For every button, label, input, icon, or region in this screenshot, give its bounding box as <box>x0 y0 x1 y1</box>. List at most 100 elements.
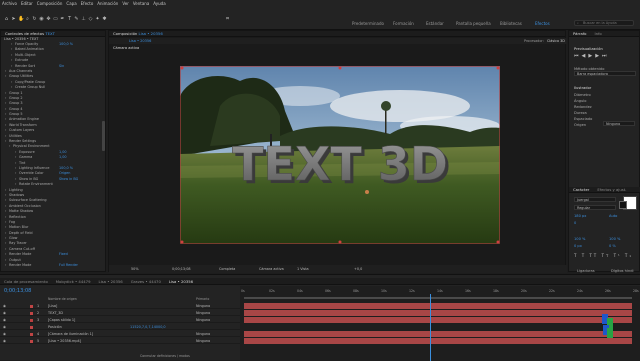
vertical-scale-value[interactable]: 100 % <box>574 237 585 241</box>
stroke-color-swatch[interactable] <box>619 201 627 209</box>
tab-graves[interactable]: Graves • 44470 <box>127 279 165 284</box>
layer-name[interactable]: [Capas sólido 1] <box>48 317 75 323</box>
font-dropdown[interactable]: Juergal <box>574 197 616 202</box>
quality-dropdown[interactable]: Completa <box>219 265 235 273</box>
brush-origin-dropdown[interactable]: Ninguno <box>603 121 635 126</box>
help-search-input[interactable]: ⌕ Buscar en la Ayuda <box>574 20 634 26</box>
renderer-value[interactable]: Clásico 3D <box>547 38 565 44</box>
zoom-dropdown[interactable]: 50% <box>131 265 139 273</box>
hand-tool-icon[interactable]: ✋ <box>18 17 24 22</box>
layer-color-label[interactable] <box>30 339 33 343</box>
effect-row-value[interactable]: Full Render <box>59 263 78 268</box>
menu-ver[interactable]: Ver <box>122 1 129 6</box>
tab-effects-presets[interactable]: Efectos y ajust. <box>593 187 630 192</box>
zoom-tool-icon[interactable]: ⌕ <box>25 17 30 22</box>
layer-row[interactable]: ◉ 4 [Cámara de iluminación 1] Ninguno <box>0 331 240 337</box>
tab-mobydick[interactable]: Mobydick • 44479 <box>52 279 95 284</box>
layer-color-label[interactable] <box>30 318 33 322</box>
clone-tool-icon[interactable]: ⊥ <box>81 17 86 22</box>
tab-composition[interactable]: Composición Lisa • 20356 <box>109 31 167 36</box>
font-size-value[interactable]: 180 px <box>574 214 586 218</box>
hindi-digits-checkbox[interactable]: Dígitos hindi <box>611 269 634 273</box>
layer-bar[interactable] <box>244 338 632 344</box>
roto-brush-tool-icon[interactable]: ✦ <box>95 17 100 22</box>
timeline-timecode[interactable]: 0;00;13;08 <box>4 288 31 294</box>
menu-ventana[interactable]: Ventana <box>133 1 149 6</box>
baseline-shift-value[interactable]: 0 px <box>574 244 582 248</box>
menu-animacion[interactable]: Animación <box>97 1 118 6</box>
layer-name[interactable]: [Cámara de iluminación 1] <box>48 331 93 337</box>
toggle-switches-modes[interactable]: Conmutar definiciones / modos <box>140 354 190 358</box>
camera-dropdown[interactable]: Cámara activa <box>259 265 284 273</box>
eraser-tool-icon[interactable]: ◇ <box>88 17 93 22</box>
pen-tool-icon[interactable]: ✒ <box>60 17 65 22</box>
tab-paragraph[interactable]: Párrafo <box>569 31 591 36</box>
menu-archivo[interactable]: Archivo <box>2 1 17 6</box>
leading-value[interactable]: Auto <box>609 214 617 218</box>
layer-row[interactable]: ◉ Posición 11520,7,0,7,14000,0 <box>0 324 240 330</box>
layer-row[interactable]: ◉ 2 TEXT_3D Ninguno <box>0 310 240 316</box>
rotate-tool-icon[interactable]: ↻ <box>32 17 37 22</box>
layer-parent[interactable]: 11520,7,0,7,14000,0 <box>130 324 166 330</box>
font-style-dropdown[interactable]: Regular <box>574 205 616 210</box>
visibility-eye-icon[interactable]: ◉ <box>3 338 6 344</box>
layer-color-label[interactable] <box>30 311 33 315</box>
tab-render-queue[interactable]: Cola de procesamiento <box>0 279 52 284</box>
type-tool-icon[interactable]: T <box>67 17 72 22</box>
workspace-estandar[interactable]: Estándar <box>426 21 444 26</box>
layer-color-label[interactable] <box>30 304 33 308</box>
snapping-icon[interactable]: ⌗ <box>225 17 230 22</box>
workspace-pantalla-pequena[interactable]: Pantalla pequeña <box>456 21 491 26</box>
menu-ayuda[interactable]: Ayuda <box>153 1 165 6</box>
visibility-eye-icon[interactable]: ◉ <box>3 303 6 309</box>
tab-lisa-active[interactable]: Lisa • 20356 <box>165 279 197 284</box>
composition-subtab[interactable]: Lisa • 20356 <box>129 38 151 44</box>
workspace-bibliotecas[interactable]: Bibliotecas <box>500 21 522 26</box>
camera-tool-icon[interactable]: ◉ <box>39 17 44 22</box>
layer-parent[interactable]: Ninguno <box>196 310 210 316</box>
brush-tool-icon[interactable]: ✎ <box>74 17 79 22</box>
layer-name[interactable]: [Lisa • 20356.mp4] <box>48 338 81 344</box>
layer-parent[interactable]: Ninguno <box>196 303 210 309</box>
layer-parent[interactable]: Ninguno <box>196 331 210 337</box>
menu-composicion[interactable]: Composición <box>37 1 63 6</box>
preview-shortcut-dropdown[interactable]: Barra espaciadora <box>574 71 636 76</box>
mask-tool-icon[interactable]: ▭ <box>53 17 58 22</box>
views-dropdown[interactable]: 1 Vista <box>297 265 309 273</box>
pan-behind-tool-icon[interactable]: ✥ <box>46 17 51 22</box>
text-style-buttons[interactable]: T T TT Tт T¹ T₁ <box>574 253 633 258</box>
visibility-eye-icon[interactable]: ◉ <box>3 324 6 330</box>
preview-controls[interactable]: ⏮◀▶▶⏭ <box>574 53 634 59</box>
layer-row[interactable]: ◉ 1 [Lisa] Ninguno <box>0 303 240 309</box>
visibility-eye-icon[interactable]: ◉ <box>3 310 6 316</box>
effect-row[interactable]: Render Mode › Full Render <box>1 263 105 268</box>
layer-bar[interactable] <box>244 331 632 337</box>
expand-arrow-icon[interactable]: › <box>5 263 6 268</box>
layer-parent[interactable]: Ninguno <box>196 338 210 344</box>
timeline-tracks[interactable]: 0s 02s 04s 06s 08s 10s 12s 14s 16s 18s 20s 22s 24s 26… <box>240 286 640 361</box>
layer-row[interactable]: ◉ 3 [Capas sólido 1] Ninguno <box>0 317 240 323</box>
layer-row[interactable]: ◉ 5 [Lisa • 20356.mp4] Ninguno <box>0 338 240 344</box>
visibility-eye-icon[interactable]: ◉ <box>3 317 6 323</box>
menu-editar[interactable]: Editar <box>21 1 33 6</box>
layer-bar[interactable] <box>244 303 632 309</box>
ligatures-checkbox[interactable]: Ligaduras <box>577 269 595 273</box>
home-icon[interactable]: ⌂ <box>4 17 9 22</box>
work-area-bar[interactable] <box>244 297 632 299</box>
effects-scrollbar[interactable] <box>102 121 105 151</box>
layer-parent[interactable]: Ninguno <box>196 317 210 323</box>
layer-name[interactable]: TEXT_3D <box>48 310 63 316</box>
tab-character[interactable]: Carácter <box>569 187 593 192</box>
time-ruler[interactable]: 0s 02s 04s 06s 08s 10s 12s 14s 16s 18s 20s 22s 24s 26… <box>240 289 640 296</box>
composition-viewer[interactable]: TEXT 3D TEXT 3D <box>180 66 500 244</box>
playhead[interactable] <box>429 294 431 361</box>
menu-efecto[interactable]: Efecto <box>81 1 94 6</box>
workspace-predeterminado[interactable]: Predeterminado <box>352 21 384 26</box>
layer-bar[interactable] <box>244 324 632 330</box>
layer-bar[interactable] <box>244 317 632 323</box>
selection-tool-icon[interactable]: ➤ <box>11 17 16 22</box>
menu-capa[interactable]: Capa <box>66 1 76 6</box>
exposure-value[interactable]: +0,0 <box>354 265 362 273</box>
puppet-tool-icon[interactable]: ✱ <box>102 17 107 22</box>
layer-name[interactable]: Posición <box>48 324 62 330</box>
